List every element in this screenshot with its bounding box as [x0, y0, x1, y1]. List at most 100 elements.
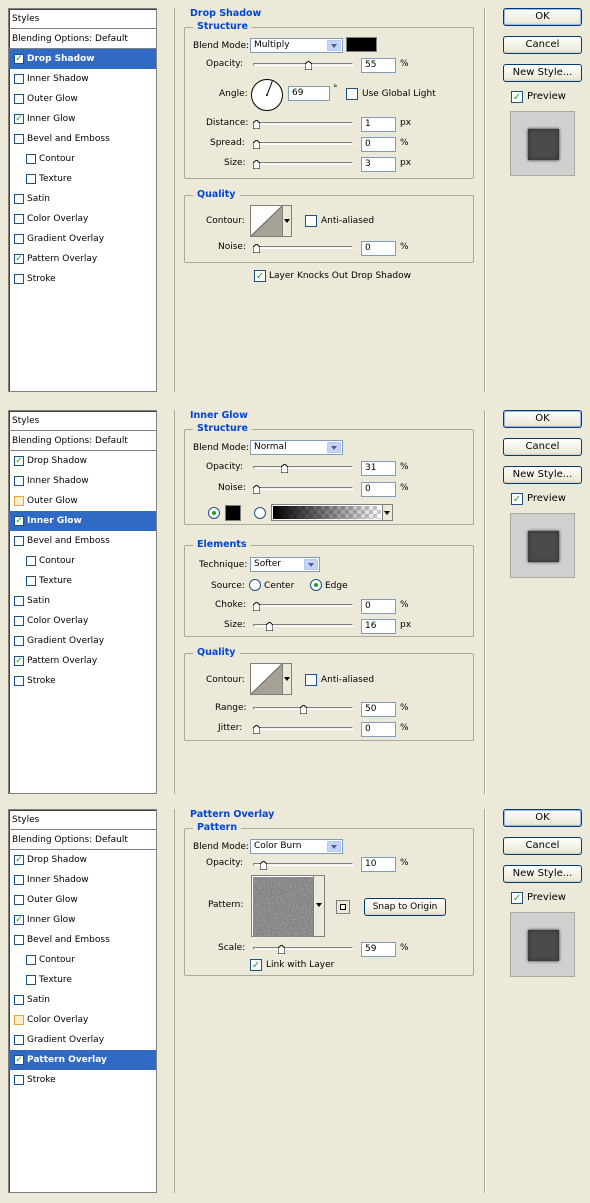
- style-item-bevel-and-emboss[interactable]: Bevel and Emboss: [9, 930, 156, 950]
- style-item-texture[interactable]: Texture: [9, 571, 156, 591]
- opacity-field[interactable]: 10: [361, 857, 396, 872]
- distance-field[interactable]: 1: [361, 117, 396, 132]
- style-item-drop-shadow[interactable]: ✓ Drop Shadow: [9, 451, 156, 471]
- contour-picker[interactable]: [250, 663, 292, 695]
- checkbox[interactable]: [14, 1035, 24, 1045]
- checkbox[interactable]: [14, 194, 24, 204]
- gradient-radio[interactable]: [254, 507, 266, 519]
- style-item-texture[interactable]: Texture: [9, 169, 156, 189]
- preview-checkbox[interactable]: ✓: [511, 892, 523, 904]
- checkmark-icon[interactable]: ✓: [14, 1055, 24, 1065]
- noise-slider[interactable]: [253, 485, 353, 494]
- cancel-button[interactable]: Cancel: [503, 36, 582, 54]
- new-style-button[interactable]: New Style...: [503, 865, 582, 883]
- slider-thumb-icon[interactable]: [253, 725, 260, 734]
- anti-aliased-checkbox[interactable]: [305, 215, 317, 227]
- style-item-pattern-overlay[interactable]: ✓ Pattern Overlay: [9, 1050, 156, 1070]
- blending-options-item[interactable]: Blending Options: Default: [9, 830, 156, 850]
- checkmark-icon[interactable]: ✓: [14, 254, 24, 264]
- chevron-down-icon[interactable]: [382, 505, 392, 520]
- snap-to-origin-button[interactable]: Snap to Origin: [364, 898, 446, 916]
- style-item-inner-shadow[interactable]: Inner Shadow: [9, 471, 156, 491]
- size-field[interactable]: 3: [361, 157, 396, 172]
- style-item-outer-glow[interactable]: Outer Glow: [9, 890, 156, 910]
- choke-slider[interactable]: [253, 602, 353, 611]
- style-item-stroke[interactable]: Stroke: [9, 671, 156, 691]
- ok-button[interactable]: OK: [503, 410, 582, 428]
- checkbox[interactable]: [14, 636, 24, 646]
- checkmark-icon[interactable]: ✓: [14, 114, 24, 124]
- chevron-down-icon[interactable]: [313, 876, 324, 936]
- slider-thumb-icon[interactable]: [253, 160, 260, 169]
- solid-color-radio[interactable]: [208, 507, 220, 519]
- size-slider[interactable]: [253, 622, 353, 631]
- checkbox[interactable]: [14, 134, 24, 144]
- spread-field[interactable]: 0: [361, 137, 396, 152]
- style-item-color-overlay[interactable]: Color Overlay: [9, 611, 156, 631]
- style-item-inner-glow[interactable]: ✓ Inner Glow: [9, 910, 156, 930]
- style-item-color-overlay[interactable]: Color Overlay: [9, 209, 156, 229]
- checkbox[interactable]: [14, 274, 24, 284]
- blending-options-item[interactable]: Blending Options: Default: [9, 29, 156, 49]
- new-preset-icon[interactable]: [336, 900, 350, 914]
- checkbox[interactable]: [14, 496, 24, 506]
- checkbox[interactable]: [14, 995, 24, 1005]
- checkbox[interactable]: [14, 476, 24, 486]
- style-item-satin[interactable]: Satin: [9, 990, 156, 1010]
- blending-options-item[interactable]: Blending Options: Default: [9, 431, 156, 451]
- spread-slider[interactable]: [253, 140, 353, 149]
- style-item-stroke[interactable]: Stroke: [9, 1070, 156, 1090]
- opacity-slider[interactable]: [253, 61, 353, 70]
- style-item-contour[interactable]: Contour: [9, 551, 156, 571]
- checkmark-icon[interactable]: ✓: [14, 516, 24, 526]
- style-item-color-overlay[interactable]: Color Overlay: [9, 1010, 156, 1030]
- cancel-button[interactable]: Cancel: [503, 837, 582, 855]
- checkbox[interactable]: [14, 94, 24, 104]
- style-item-outer-glow[interactable]: Outer Glow: [9, 89, 156, 109]
- checkbox[interactable]: [26, 576, 36, 586]
- style-item-texture[interactable]: Texture: [9, 970, 156, 990]
- jitter-slider[interactable]: [253, 725, 353, 734]
- checkbox[interactable]: [26, 955, 36, 965]
- checkbox[interactable]: [14, 1015, 24, 1025]
- size-field[interactable]: 16: [361, 619, 396, 634]
- slider-thumb-icon[interactable]: [305, 61, 312, 70]
- preview-checkbox[interactable]: ✓: [511, 91, 523, 103]
- style-item-contour[interactable]: Contour: [9, 149, 156, 169]
- checkmark-icon[interactable]: ✓: [14, 855, 24, 865]
- slider-thumb-icon[interactable]: [300, 705, 307, 714]
- checkbox[interactable]: [14, 536, 24, 546]
- scale-slider[interactable]: [253, 945, 353, 954]
- style-item-pattern-overlay[interactable]: ✓ Pattern Overlay: [9, 651, 156, 671]
- opacity-field[interactable]: 31: [361, 461, 396, 476]
- checkbox[interactable]: [14, 875, 24, 885]
- range-slider[interactable]: [253, 705, 353, 714]
- style-item-inner-glow[interactable]: ✓ Inner Glow: [9, 511, 156, 531]
- opacity-field[interactable]: 55: [361, 58, 396, 73]
- style-item-satin[interactable]: Satin: [9, 189, 156, 209]
- styles-header[interactable]: Styles: [9, 411, 156, 431]
- knockout-checkbox[interactable]: ✓: [254, 270, 266, 282]
- slider-thumb-icon[interactable]: [253, 120, 260, 129]
- pattern-picker[interactable]: [251, 875, 325, 937]
- slider-thumb-icon[interactable]: [253, 485, 260, 494]
- style-item-gradient-overlay[interactable]: Gradient Overlay: [9, 1030, 156, 1050]
- anti-aliased-checkbox[interactable]: [305, 674, 317, 686]
- style-item-satin[interactable]: Satin: [9, 591, 156, 611]
- jitter-field[interactable]: 0: [361, 722, 396, 737]
- style-item-drop-shadow[interactable]: ✓ Drop Shadow: [9, 49, 156, 69]
- style-item-gradient-overlay[interactable]: Gradient Overlay: [9, 631, 156, 651]
- slider-thumb-icon[interactable]: [253, 602, 260, 611]
- slider-thumb-icon[interactable]: [260, 861, 267, 870]
- checkmark-icon[interactable]: ✓: [14, 915, 24, 925]
- source-center-radio[interactable]: [249, 579, 261, 591]
- slider-thumb-icon[interactable]: [253, 244, 260, 253]
- style-item-stroke[interactable]: Stroke: [9, 269, 156, 289]
- blend-mode-select[interactable]: Normal: [250, 440, 343, 455]
- distance-slider[interactable]: [253, 120, 353, 129]
- opacity-slider[interactable]: [253, 464, 353, 473]
- styles-header[interactable]: Styles: [9, 9, 156, 29]
- source-edge-radio[interactable]: [310, 579, 322, 591]
- cancel-button[interactable]: Cancel: [503, 438, 582, 456]
- new-style-button[interactable]: New Style...: [503, 64, 582, 82]
